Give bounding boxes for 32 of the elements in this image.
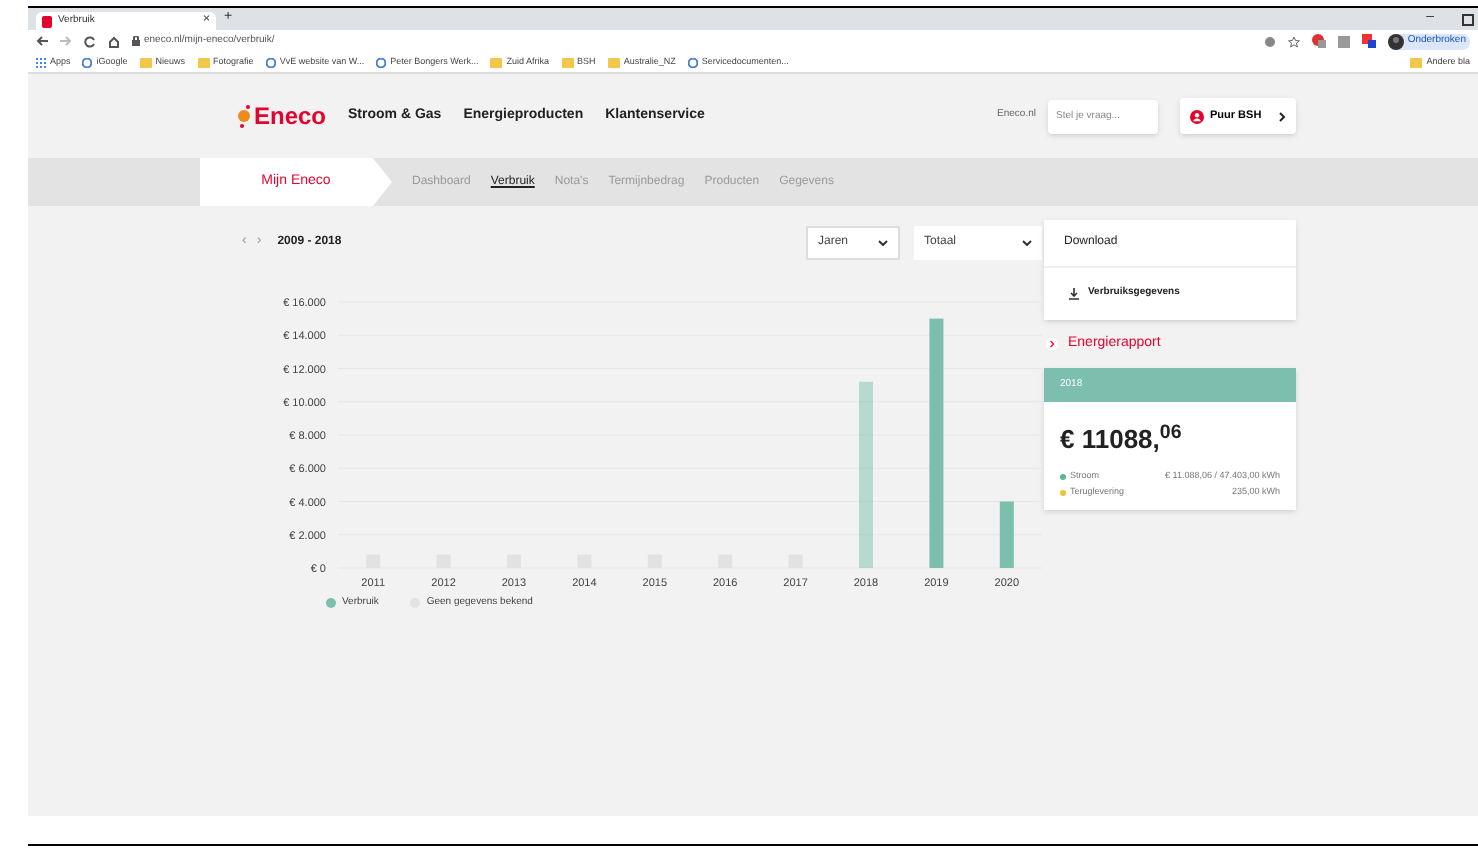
folder-icon xyxy=(197,57,210,67)
legend-dot-icon xyxy=(326,598,336,609)
amount: € 11088,$^{06}$ xyxy=(1058,420,1184,458)
globe-icon xyxy=(82,57,93,67)
reload-icon[interactable] xyxy=(84,35,96,47)
folder-icon xyxy=(607,57,620,67)
folder-icon xyxy=(490,57,503,67)
avatar-icon xyxy=(1387,33,1404,49)
chevron-down-icon xyxy=(1022,240,1032,246)
logo-mark-icon xyxy=(236,104,252,128)
globe-icon xyxy=(687,57,698,67)
home-icon[interactable] xyxy=(108,35,120,47)
chevron-right-icon xyxy=(1278,111,1286,121)
chevron-down-icon xyxy=(878,240,888,246)
bar[interactable] xyxy=(999,501,1014,568)
bar[interactable] xyxy=(929,318,944,568)
star-icon[interactable] xyxy=(1287,35,1300,47)
chevron-right-icon xyxy=(1044,336,1060,352)
maximize-icon[interactable] xyxy=(1462,14,1474,26)
forward-icon[interactable] xyxy=(60,36,72,46)
folder-icon xyxy=(561,57,574,67)
logo[interactable]: Eneco xyxy=(236,98,327,134)
user-icon xyxy=(1190,109,1204,123)
globe-icon xyxy=(265,57,276,67)
download-icon xyxy=(1068,287,1080,299)
folder-icon xyxy=(1410,57,1423,67)
back-icon[interactable] xyxy=(36,36,48,46)
bar[interactable] xyxy=(859,381,873,568)
favicon-icon xyxy=(42,15,52,27)
globe-icon xyxy=(376,57,387,67)
lock-icon xyxy=(132,36,140,46)
folder-icon xyxy=(139,57,152,67)
